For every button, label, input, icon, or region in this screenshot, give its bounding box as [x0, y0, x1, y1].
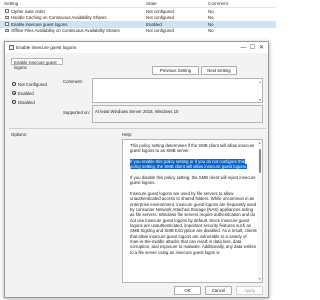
- policy-row-state: Not configured: [146, 8, 174, 14]
- radio-enabled-label[interactable]: Enabled: [18, 91, 34, 96]
- help-text-panel[interactable]: This policy setting determines if the SM…: [122, 139, 263, 283]
- policy-setting-icon: [5, 22, 9, 26]
- help-paragraph: This policy setting determines if the SM…: [130, 143, 255, 154]
- maximize-icon[interactable]: ☐: [248, 44, 257, 52]
- supported-on-box: At least Windows Server 2016, Windows 10: [92, 105, 263, 123]
- previous-setting-button[interactable]: Previous Setting: [152, 66, 199, 75]
- options-panel: [11, 139, 116, 283]
- minimize-icon[interactable]: —: [239, 44, 248, 52]
- policy-row-comment: No: [208, 15, 214, 21]
- scroll-up-icon[interactable]: ▲: [258, 141, 261, 145]
- ok-button[interactable]: OK: [174, 286, 201, 295]
- policy-list: Setting State Comment Cipher suite order…: [0, 0, 276, 40]
- dialog-title: Enable insecure guest logons: [16, 44, 77, 50]
- column-header-state[interactable]: State: [146, 1, 157, 6]
- policy-setting-dialog: Enable insecure guest logons — ☐ ✕ Enabl…: [4, 41, 269, 298]
- policy-row-comment: No: [208, 28, 214, 34]
- policy-app-icon: [9, 45, 14, 50]
- help-paragraph: If you disable this policy setting, the …: [130, 174, 256, 186]
- section-divider: [9, 128, 266, 129]
- scroll-down-icon[interactable]: ▼: [258, 277, 261, 281]
- column-header-comment[interactable]: Comment: [208, 1, 228, 6]
- setting-name-box: Enable insecure guest logons: [11, 58, 63, 70]
- scrollbar-thumb[interactable]: [258, 149, 261, 173]
- policy-row-state: Enabled: [146, 21, 162, 27]
- radio-disabled[interactable]: [12, 100, 17, 105]
- dialog-titlebar[interactable]: Enable insecure guest logons — ☐ ✕: [5, 42, 268, 53]
- policy-row-state: Not configured: [146, 28, 174, 34]
- policy-row-comment: No: [208, 8, 214, 14]
- scroll-down-icon[interactable]: ▼: [259, 98, 262, 102]
- cancel-button[interactable]: Cancel: [205, 286, 232, 295]
- apply-button[interactable]: Apply: [236, 286, 263, 295]
- policy-row-state: Not configured: [146, 15, 174, 21]
- policy-row-name: Handle Caching on Continuous Availabilit…: [11, 15, 107, 21]
- policy-setting-icon: [5, 28, 9, 33]
- policy-row[interactable]: Offline Files Availability on Continuous…: [0, 28, 276, 35]
- radio-enabled[interactable]: [12, 91, 17, 96]
- policy-row-name: Enable insecure guest logons: [11, 21, 68, 27]
- policy-row-name: Offline Files Availability on Continuous…: [11, 28, 120, 34]
- help-text: This policy setting determines if the SM…: [130, 143, 257, 260]
- close-icon[interactable]: ✕: [257, 44, 266, 52]
- radio-not-configured[interactable]: [12, 82, 17, 87]
- column-header-setting[interactable]: Setting: [4, 1, 18, 6]
- comment-scrollbar[interactable]: ▲ ▼: [258, 79, 262, 102]
- help-paragraph-selected: If you enable this policy setting or if …: [130, 158, 248, 170]
- next-setting-button[interactable]: Next Setting: [201, 66, 237, 75]
- policy-setting-icon: [5, 9, 9, 13]
- comment-label: Comment:: [63, 79, 83, 84]
- supported-on-value: At least Windows Server 2016, Windows 10: [95, 109, 179, 114]
- radio-disabled-label[interactable]: Disabled: [18, 100, 35, 105]
- help-scrollbar[interactable]: ▲ ▼: [257, 140, 262, 282]
- policy-setting-icon: [5, 15, 9, 20]
- policy-row-comment: No: [208, 21, 214, 27]
- radio-not-configured-label[interactable]: Not Configured: [18, 82, 47, 87]
- comment-textarea[interactable]: ▲ ▼: [92, 78, 263, 103]
- help-label: Help:: [122, 132, 133, 137]
- scroll-up-icon[interactable]: ▲: [259, 80, 262, 84]
- policy-row-name: Cipher suite order: [11, 8, 46, 14]
- options-label: Options:: [11, 132, 28, 137]
- help-paragraph: Insecure guest logons are used by file s…: [130, 190, 257, 255]
- supported-on-label: Supported on:: [63, 110, 90, 115]
